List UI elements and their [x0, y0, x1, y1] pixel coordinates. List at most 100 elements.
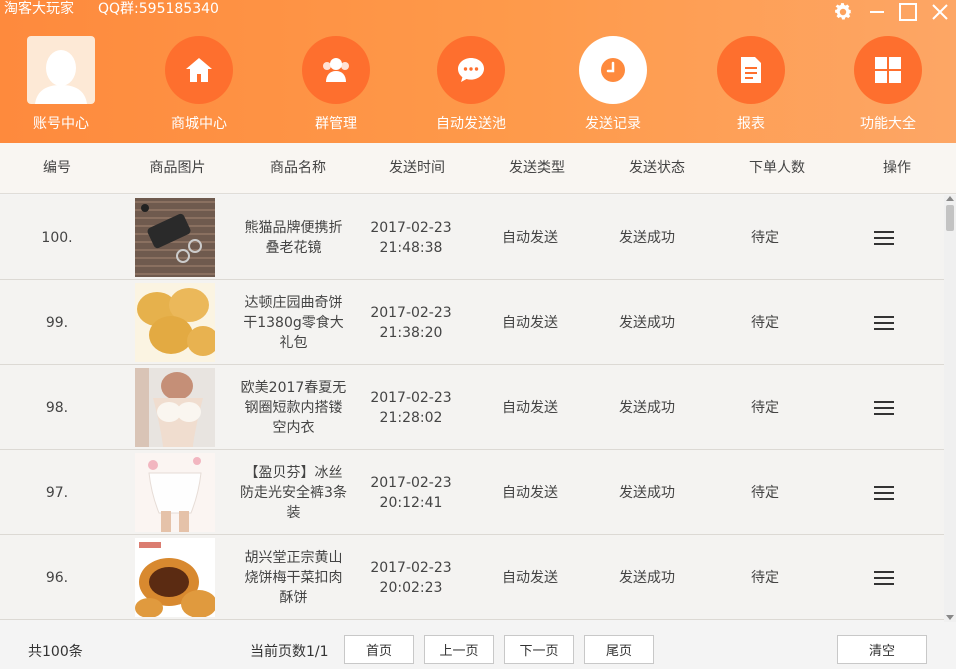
- send-time: 2017-02-23 21:38:20: [366, 280, 456, 365]
- page-info: 当前页数1/1: [250, 644, 329, 660]
- send-time: 2017-02-23 20:12:41: [366, 450, 456, 535]
- send-type: 自动发送: [502, 484, 558, 501]
- product-image[interactable]: [135, 453, 215, 532]
- pagination-footer: 共100条 当前页数1/1 首页 上一页 下一页 尾页 清空: [0, 622, 956, 669]
- group-icon: [302, 36, 370, 104]
- send-status: 发送成功: [619, 314, 675, 331]
- last-page-button[interactable]: 尾页: [584, 635, 654, 664]
- product-image[interactable]: [135, 198, 215, 277]
- send-type: 自动发送: [502, 399, 558, 416]
- table-row[interactable]: 97. 【盈贝芬】冰丝防走光安全裤3条装 2017-02-23 20:12:41…: [0, 450, 944, 535]
- maximize-icon[interactable]: [895, 0, 921, 24]
- product-name: 【盈贝芬】冰丝防走光安全裤3条装: [240, 464, 347, 521]
- home-icon: [165, 36, 233, 104]
- order-count: 待定: [751, 229, 779, 246]
- send-status: 发送成功: [619, 229, 675, 246]
- scroll-up-arrow-icon[interactable]: [946, 196, 954, 201]
- product-name: 胡兴堂正宗黄山烧饼梅干菜扣肉酥饼: [244, 549, 343, 606]
- grid-icon: [854, 36, 922, 104]
- nav-auto-send-pool[interactable]: 自动发送池: [421, 36, 521, 136]
- gear-icon[interactable]: [830, 0, 856, 24]
- column-header: 商品名称: [270, 160, 326, 176]
- document-icon: [717, 36, 785, 104]
- product-image[interactable]: [135, 283, 215, 362]
- nav-label: 报表: [737, 116, 765, 132]
- column-header: 下单人数: [749, 160, 805, 176]
- column-header: 发送状态: [629, 160, 685, 176]
- order-count: 待定: [751, 399, 779, 416]
- send-date: 2017-02-23: [370, 304, 452, 321]
- nav-label: 发送记录: [585, 116, 641, 132]
- nav-label: 群管理: [315, 116, 357, 132]
- next-page-button[interactable]: 下一页: [504, 635, 574, 664]
- send-clock: 20:12:41: [379, 494, 443, 511]
- nav-label: 自动发送池: [436, 116, 506, 132]
- table-row[interactable]: 96. 胡兴堂正宗黄山烧饼梅干菜扣肉酥饼 2017-02-23 20:02:23…: [0, 535, 944, 620]
- nav-label: 功能大全: [860, 116, 916, 132]
- product-name: 欧美2017春夏无钢圈短款内搭镂空内衣: [240, 379, 347, 436]
- scroll-thumb[interactable]: [946, 205, 954, 231]
- menu-icon[interactable]: [862, 195, 906, 280]
- row-id: 98.: [45, 399, 69, 416]
- send-clock: 21:38:20: [379, 324, 443, 341]
- send-status: 发送成功: [619, 399, 675, 416]
- order-count: 待定: [751, 569, 779, 586]
- send-date: 2017-02-23: [370, 559, 452, 576]
- order-count: 待定: [751, 484, 779, 501]
- send-time: 2017-02-23 21:28:02: [366, 365, 456, 450]
- total-count: 共100条: [28, 644, 83, 660]
- qq-group-label: QQ群:595185340: [98, 1, 219, 17]
- row-id: 99.: [45, 314, 69, 331]
- table-row[interactable]: 99. 达顿庄园曲奇饼干1380g零食大礼包 2017-02-23 21:38:…: [0, 280, 944, 365]
- product-image[interactable]: [135, 538, 215, 617]
- row-id: 97.: [45, 484, 69, 501]
- table-row[interactable]: 100. 熊猫品牌便携折叠老花镜 2017-02-23 21:48:38 自动发…: [0, 195, 944, 280]
- scroll-down-arrow-icon[interactable]: [946, 615, 954, 620]
- send-type: 自动发送: [502, 569, 558, 586]
- product-name: 达顿庄园曲奇饼干1380g零食大礼包: [243, 294, 344, 351]
- nav-label: 商城中心: [171, 116, 227, 132]
- send-date: 2017-02-23: [370, 219, 452, 236]
- menu-icon[interactable]: [862, 280, 906, 365]
- avatar: [27, 36, 95, 104]
- clock-icon: [579, 36, 647, 104]
- nav-group-management[interactable]: 群管理: [286, 36, 386, 136]
- row-id: 96.: [45, 569, 69, 586]
- menu-icon[interactable]: [862, 450, 906, 535]
- close-icon[interactable]: [927, 0, 953, 24]
- column-header: 发送时间: [389, 160, 445, 176]
- column-header: 编号: [43, 160, 71, 176]
- send-date: 2017-02-23: [370, 389, 452, 406]
- table-row[interactable]: 98. 欧美2017春夏无钢圈短款内搭镂空内衣 2017-02-23 21:28…: [0, 365, 944, 450]
- vertical-scrollbar[interactable]: [944, 195, 956, 622]
- table-header: 编号 商品图片 商品名称 发送时间 发送类型 发送状态 下单人数 操作: [0, 143, 956, 194]
- send-clock: 20:02:23: [379, 579, 443, 596]
- product-image[interactable]: [135, 368, 215, 447]
- send-clock: 21:28:02: [379, 409, 443, 426]
- column-header: 商品图片: [149, 160, 206, 176]
- send-time: 2017-02-23 20:02:23: [366, 535, 456, 620]
- send-time: 2017-02-23 21:48:38: [366, 195, 456, 280]
- nav-account-center[interactable]: 账号中心: [11, 36, 111, 136]
- send-type: 自动发送: [502, 314, 558, 331]
- minimize-icon[interactable]: [864, 0, 890, 24]
- send-status: 发送成功: [619, 569, 675, 586]
- clear-button[interactable]: 清空: [837, 635, 927, 664]
- send-date: 2017-02-23: [370, 474, 452, 491]
- first-page-button[interactable]: 首页: [344, 635, 414, 664]
- nav-all-functions[interactable]: 功能大全: [838, 36, 938, 136]
- nav-send-records[interactable]: 发送记录: [563, 36, 663, 136]
- chat-bubble-icon: [437, 36, 505, 104]
- send-type: 自动发送: [502, 229, 558, 246]
- menu-icon[interactable]: [862, 365, 906, 450]
- prev-page-button[interactable]: 上一页: [424, 635, 494, 664]
- app-title: 淘客大玩家: [4, 1, 74, 17]
- product-name: 熊猫品牌便携折叠老花镜: [244, 219, 343, 256]
- nav-reports[interactable]: 报表: [701, 36, 801, 136]
- column-header: 操作: [883, 160, 911, 176]
- send-clock: 21:48:38: [379, 239, 443, 256]
- menu-icon[interactable]: [862, 535, 906, 620]
- row-id: 100.: [41, 229, 73, 246]
- order-count: 待定: [751, 314, 779, 331]
- nav-mall-center[interactable]: 商城中心: [149, 36, 249, 136]
